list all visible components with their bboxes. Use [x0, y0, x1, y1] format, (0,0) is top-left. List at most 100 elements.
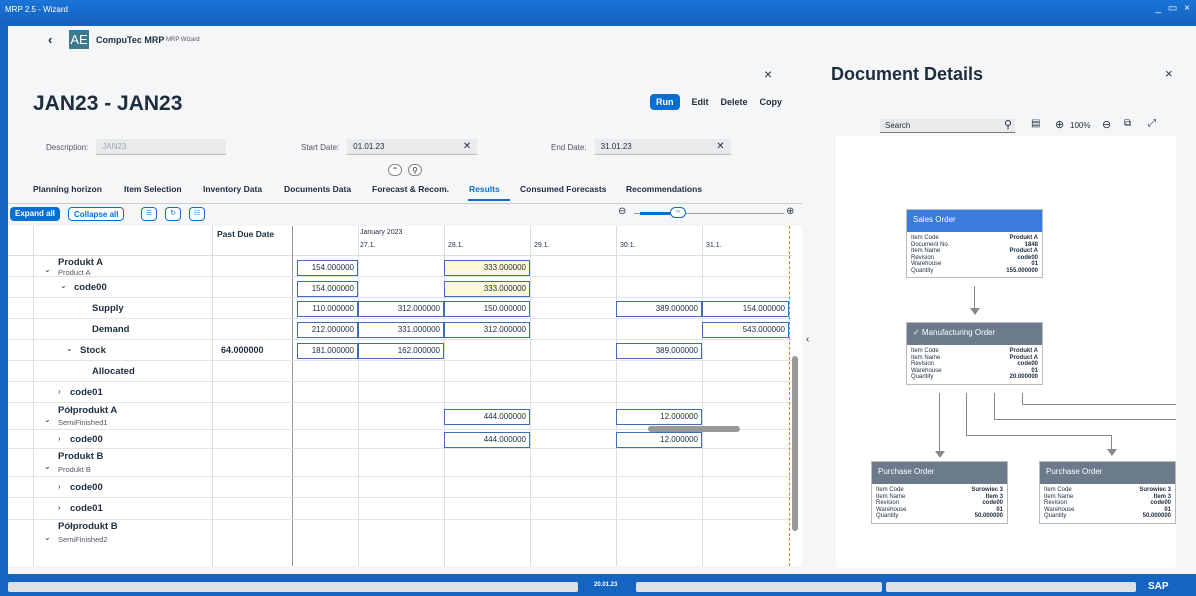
search-input[interactable]: Search — [880, 119, 1015, 133]
node-field: Quantity 50.000000 — [1044, 513, 1171, 519]
list-icon[interactable]: ☰ — [141, 207, 157, 221]
app-frame: ‹ AE CompuTec MRP MRP Wizard × JAN23 - J… — [8, 26, 1196, 574]
quantity-cell[interactable]: 154.000000 — [297, 260, 358, 276]
collapse-all-button[interactable]: Collapse all — [68, 207, 125, 221]
chevron-right-icon[interactable]: › — [58, 503, 61, 512]
tab-results[interactable]: Results — [469, 184, 500, 194]
quantity-cell[interactable]: 312.000000 — [358, 301, 444, 317]
quantity-cell[interactable]: 333.000000 — [444, 281, 530, 297]
wizard-panel: × JAN23 - JAN23 Run Edit Delete Copy Des… — [8, 54, 809, 574]
tab-planning-horizon[interactable]: Planning horizon — [33, 184, 102, 194]
clear-icon[interactable]: ✕ — [716, 141, 724, 152]
chevron-down-icon[interactable]: ⌄ — [44, 533, 51, 542]
settings-list-icon[interactable]: ☷ — [189, 207, 205, 221]
tab-bar: Planning horizon Item Selection Inventor… — [8, 176, 802, 204]
row-sublabel: SemiFinished2 — [58, 535, 108, 544]
chevron-down-icon[interactable]: ⌄ — [60, 281, 67, 290]
chevron-down-icon[interactable]: ⌄ — [66, 344, 73, 353]
end-date-input[interactable]: 31.01.23 ✕ — [594, 139, 731, 155]
app-logo: AE — [69, 30, 89, 49]
quantity-cell[interactable]: 543.000000 — [702, 322, 789, 338]
quantity-cell[interactable]: 150.000000 — [444, 301, 530, 317]
vertical-scrollbar[interactable] — [792, 356, 798, 531]
overview-icon[interactable]: ⧉ — [1124, 118, 1131, 129]
search-icon[interactable]: ⚲ — [1004, 118, 1012, 131]
tab-item-selection[interactable]: Item Selection — [124, 184, 182, 194]
collapse-header-icon[interactable]: ⌃ — [388, 164, 402, 176]
copy-button[interactable]: Copy — [760, 97, 783, 107]
description-input[interactable]: JAN23 — [96, 139, 227, 155]
description-label: Description: — [46, 142, 89, 152]
quantity-cell[interactable]: 333.000000 — [444, 260, 530, 276]
chevron-down-icon[interactable]: ⌄ — [44, 415, 51, 424]
quantity-cell[interactable]: 110.000000 — [297, 301, 358, 317]
details-title: Document Details — [831, 64, 984, 84]
quantity-cell[interactable]: 389.000000 — [616, 343, 702, 359]
horizontal-scrollbar[interactable] — [648, 426, 740, 432]
close-icon[interactable]: × — [764, 66, 772, 82]
close-icon[interactable]: × — [1165, 66, 1173, 81]
chevron-down-icon[interactable]: ⌄ — [44, 462, 51, 471]
legend-icon[interactable]: ▤ — [1031, 118, 1040, 129]
tab-consumed-forecasts[interactable]: Consumed Forecasts — [520, 184, 606, 194]
fullscreen-icon[interactable]: ⤢ — [1148, 118, 1156, 129]
quantity-cell[interactable]: 389.000000 — [616, 301, 702, 317]
quantity-cell[interactable]: 162.000000 — [358, 343, 444, 359]
row-label: Demand — [92, 324, 130, 335]
node-title: Purchase Order — [872, 462, 1007, 484]
chevron-right-icon[interactable]: › — [58, 434, 61, 443]
refresh-icon[interactable]: ↻ — [165, 207, 181, 221]
purchase-order-node[interactable]: Purchase Order Item Code Surowiec 3 Item … — [1039, 461, 1176, 524]
chevron-left-icon[interactable]: ‹ — [806, 334, 809, 345]
sales-order-node[interactable]: Sales Order Item Code Produkt A Document … — [906, 209, 1043, 278]
zoom-in-icon[interactable]: ⊕ — [786, 206, 794, 217]
window-controls[interactable]: _ ▭ × — [1156, 3, 1192, 14]
table-row[interactable]: › code01 — [8, 382, 792, 403]
pin-icon[interactable]: ⚲ — [408, 164, 422, 176]
tab-recommendations[interactable]: Recommendations — [626, 184, 702, 194]
table-row[interactable]: ⌄ Produkt A Product A — [8, 256, 792, 277]
end-date-label: End Date: — [551, 142, 587, 152]
table-row[interactable]: Allocated — [8, 361, 792, 382]
expand-all-button[interactable]: Expand all — [10, 207, 61, 221]
arrow-down-icon — [970, 308, 980, 315]
clear-icon[interactable]: ✕ — [463, 141, 471, 152]
delete-button[interactable]: Delete — [721, 97, 748, 107]
chevron-down-icon[interactable]: ⌄ — [44, 265, 51, 274]
zoom-slider[interactable]: ⊖ ‹› ⊕ — [616, 206, 801, 220]
zoom-in-icon[interactable]: ⊕ — [1055, 118, 1064, 131]
zoom-out-icon[interactable]: ⊖ — [618, 206, 626, 217]
chevron-right-icon[interactable]: › — [58, 387, 61, 396]
zoom-out-icon[interactable]: ⊖ — [1102, 118, 1111, 131]
table-row[interactable]: ⌄ Półprodukt B SemiFinished2 — [8, 520, 792, 548]
row-label: code00 — [74, 282, 107, 293]
manufacturing-order-node[interactable]: ✓ Manufacturing Order Item Code Produkt A… — [906, 322, 1043, 385]
start-date-input[interactable]: 01.01.23 ✕ — [347, 139, 478, 155]
status-field — [636, 582, 882, 592]
quantity-cell[interactable]: 444.000000 — [444, 409, 530, 425]
quantity-cell[interactable]: 12.000000 — [616, 409, 702, 425]
quantity-cell[interactable]: 212.000000 — [297, 322, 358, 338]
zoom-handle[interactable]: ‹› — [670, 207, 686, 218]
quantity-cell[interactable]: 154.000000 — [297, 281, 358, 297]
run-button[interactable]: Run — [650, 94, 680, 110]
tab-inventory-data[interactable]: Inventory Data — [203, 184, 262, 194]
quantity-cell[interactable]: 312.000000 — [444, 322, 530, 338]
edit-button[interactable]: Edit — [692, 97, 709, 107]
window-titlebar: MRP 2.5 - Wizard _ ▭ × — [0, 0, 1196, 22]
quantity-cell[interactable]: 154.000000 — [702, 301, 789, 317]
table-row[interactable]: ⌄ Produkt B Produkt B — [8, 449, 792, 477]
table-row[interactable]: ⌄ code00 — [8, 277, 792, 298]
back-icon[interactable]: ‹ — [48, 32, 52, 47]
quantity-cell[interactable]: 331.000000 — [358, 322, 444, 338]
chevron-right-icon[interactable]: › — [58, 482, 61, 491]
table-row[interactable]: › code00 — [8, 477, 792, 498]
quantity-cell[interactable]: 181.000000 — [297, 343, 358, 359]
zoom-level: 100% — [1070, 121, 1091, 130]
purchase-order-node[interactable]: Purchase Order Item Code Surowiec 3 Item … — [871, 461, 1008, 524]
tab-forecast[interactable]: Forecast & Recom. — [372, 184, 449, 194]
tab-documents-data[interactable]: Documents Data — [284, 184, 351, 194]
quantity-cell[interactable]: 12.000000 — [616, 432, 702, 448]
quantity-cell[interactable]: 444.000000 — [444, 432, 530, 448]
table-row[interactable]: › code01 — [8, 498, 792, 520]
